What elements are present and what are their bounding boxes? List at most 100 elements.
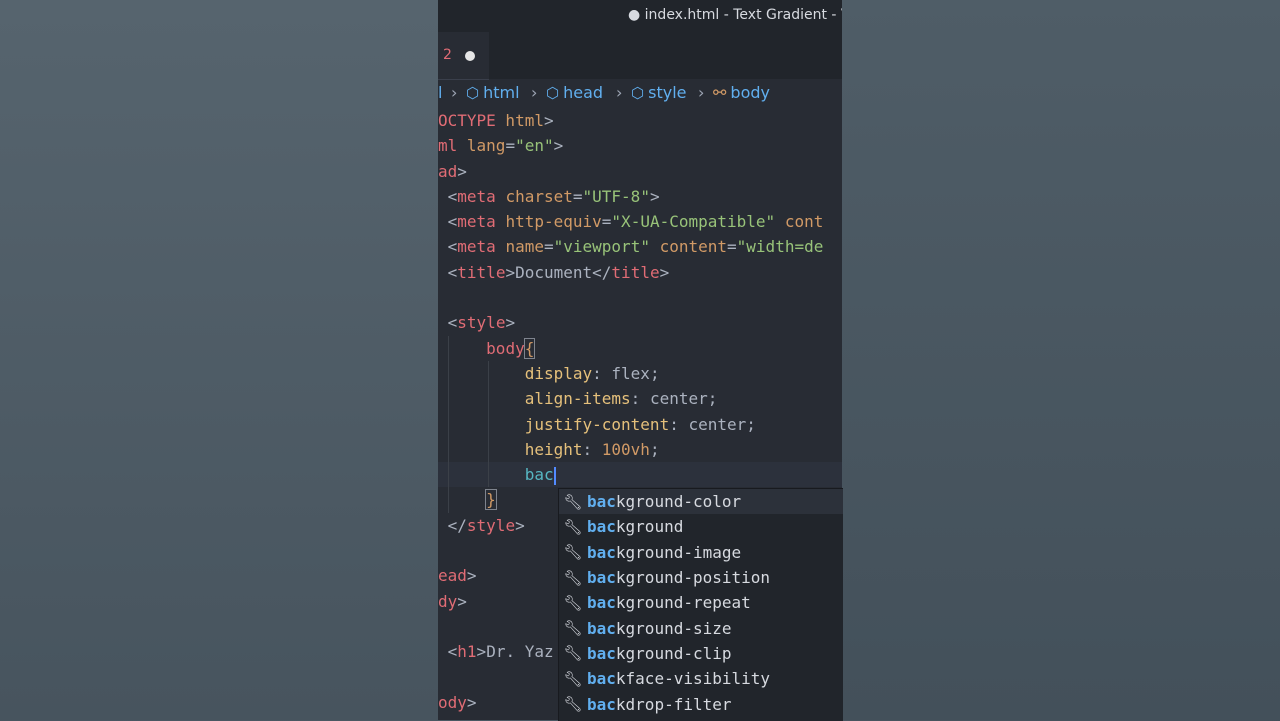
code-token: <	[447, 642, 458, 662]
code-token: h1	[457, 642, 477, 662]
cube-icon: ⬡	[631, 83, 645, 102]
code-line: body{	[438, 335, 842, 361]
suggestion-match: bac	[587, 517, 616, 537]
code-token: meta	[457, 212, 496, 232]
code-line: <meta http-equiv="X-UA-Compatible" cont	[438, 209, 842, 234]
chevron-right-icon: ›	[531, 83, 538, 102]
tab-index-html[interactable]: 2	[438, 32, 489, 80]
code-token: flex	[611, 363, 650, 383]
breadcrumb-label: body	[730, 83, 770, 102]
breadcrumb-item-style[interactable]: ⬡ style	[631, 83, 686, 102]
code-token: =	[727, 237, 737, 257]
suggestion-rest: kground	[615, 517, 684, 537]
wrench-icon: 🔧︎	[563, 695, 583, 714]
chevron-right-icon: ›	[698, 83, 705, 102]
suggestion-item[interactable]: 🔧︎ bac kdrop-filter	[559, 691, 843, 716]
code-line-current[interactable]: bac	[438, 462, 842, 488]
suggestion-item[interactable]: 🔧︎ bac kground-size	[559, 615, 843, 640]
unsaved-dot-icon[interactable]	[465, 51, 475, 61]
code-token: "width=de	[736, 237, 824, 257]
wrench-icon: 🔧︎	[563, 593, 583, 612]
suggestion-item[interactable]: 🔧︎ bac kground	[559, 514, 843, 539]
wrench-icon: 🔧︎	[563, 568, 583, 587]
code-token: ody	[438, 692, 467, 712]
code-line: height: 100vh;	[438, 436, 842, 463]
code-token: ml	[438, 136, 458, 156]
code-token: center	[649, 389, 708, 409]
code-token: bac	[524, 465, 554, 485]
problem-count: 2	[443, 47, 452, 63]
tab-bar: 2	[438, 32, 842, 80]
code-line: display: flex;	[438, 360, 842, 387]
code-token: :	[582, 439, 602, 459]
suggestion-rest: kground-clip	[615, 643, 732, 663]
suggestion-rest: kdrop-filter	[615, 694, 732, 714]
window-title: ● index.html - Text Gradient - V	[628, 7, 842, 23]
code-token: :	[592, 363, 612, 383]
code-token: ;	[707, 389, 718, 409]
suggestion-rest: kground-repeat	[615, 593, 751, 613]
autocomplete-suggestions[interactable]: 🔧︎ bac kground-color 🔧︎ bac kground 🔧︎ bac kgr…	[558, 488, 843, 721]
code-token: Dr. Yaz	[486, 642, 554, 662]
suggestion-item[interactable]: 🔧︎ bac kground-repeat	[559, 590, 843, 615]
breadcrumb-item-body[interactable]: ⚯ body	[713, 83, 770, 102]
suggestion-item[interactable]: 🔧︎ bac kground-image	[559, 540, 843, 565]
suggestion-item[interactable]: 🔧︎ bac kground-clip	[559, 641, 843, 666]
code-token: >	[466, 566, 477, 586]
breadcrumb-label: head	[563, 83, 604, 102]
suggestion-match: bac	[587, 618, 616, 638]
code-token: "UTF-8"	[582, 186, 650, 206]
code-token: lang	[457, 136, 506, 156]
code-token: meta	[457, 237, 496, 257]
suggestion-rest: kface-visibility	[615, 669, 771, 689]
code-token: http-equiv	[495, 212, 602, 232]
code-token: <	[447, 212, 458, 232]
wrench-icon: 🔧︎	[563, 492, 583, 511]
code-token: <	[447, 237, 458, 257]
breadcrumb-item-html[interactable]: ⬡ html	[466, 83, 520, 102]
suggestion-item[interactable]: 🔧︎ bac kface-visibility	[559, 666, 843, 691]
suggestion-match: bac	[587, 643, 616, 663]
breadcrumb-item-root[interactable]: l	[438, 83, 442, 102]
code-token: =	[572, 186, 583, 206]
background-right	[842, 0, 1280, 720]
code-token: {	[523, 337, 536, 359]
code-token: center	[688, 414, 747, 434]
code-token: =	[543, 237, 554, 257]
suggestion-item[interactable]: 🔧︎ bac kground-color	[559, 489, 843, 515]
code-token: content	[649, 237, 728, 257]
text-cursor	[553, 466, 556, 485]
code-token: ;	[649, 439, 660, 459]
code-token: "viewport"	[553, 237, 650, 257]
code-line: <style>	[438, 310, 842, 335]
code-token: meta	[457, 186, 496, 206]
code-token: </	[447, 515, 467, 535]
symbol-icon: ⚯	[713, 83, 727, 102]
code-token: Document	[515, 262, 593, 282]
code-token: >	[466, 692, 477, 712]
breadcrumb-item-head[interactable]: ⬡ head	[546, 83, 603, 102]
code-line: <meta charset="UTF-8">	[438, 184, 842, 209]
wrench-icon: 🔧︎	[563, 543, 583, 562]
suggestion-match: bac	[587, 694, 616, 714]
code-token: display	[524, 363, 593, 383]
code-token: justify-content	[524, 414, 670, 434]
code-token: <	[447, 186, 458, 206]
wrench-icon: 🔧︎	[563, 517, 583, 536]
code-token: :	[630, 389, 650, 409]
code-token: >	[543, 111, 554, 130]
code-line: ml lang="en">	[438, 133, 842, 158]
code-line: <title>Document</title>	[438, 260, 842, 285]
wrench-icon: 🔧︎	[563, 669, 583, 688]
code-token: >	[505, 262, 516, 282]
suggestion-item[interactable]: 🔧︎ bac kground-position	[559, 565, 843, 590]
code-line: OCTYPE html>	[438, 108, 842, 133]
code-token: "X-UA-Compatible"	[611, 212, 776, 232]
code-token: ;	[746, 414, 756, 434]
code-token: }	[485, 489, 497, 511]
code-token: "en"	[515, 136, 554, 156]
code-token: cont	[775, 212, 824, 232]
code-token: style	[457, 313, 506, 333]
code-line: align-items: center;	[438, 386, 842, 412]
